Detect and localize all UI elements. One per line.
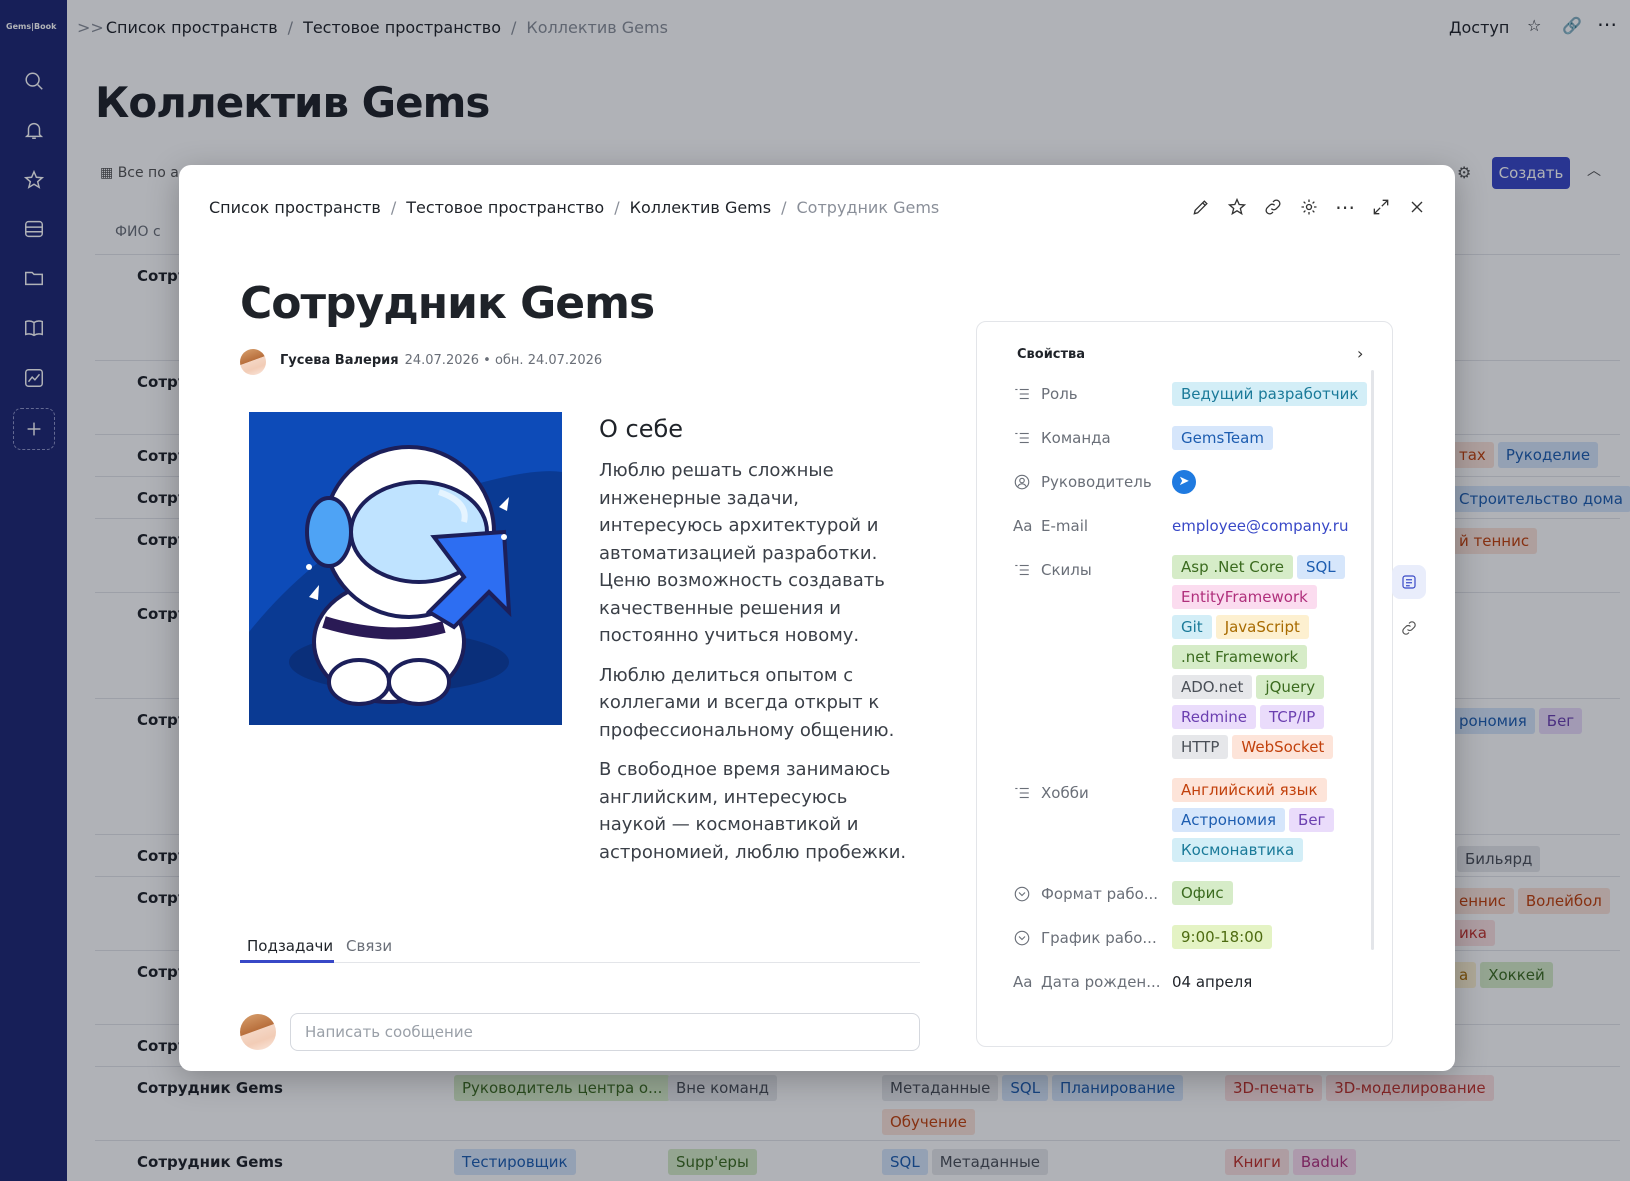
more-icon[interactable]: ⋯ [1333, 195, 1357, 219]
property-label: Aa E-mail [1013, 517, 1089, 535]
hobbies-value[interactable]: Английский язык Астрономия Бег Космонавтика [1172, 778, 1347, 868]
page-title: Сотрудник Gems [240, 278, 655, 329]
manager-value[interactable]: ➤ [1172, 470, 1372, 494]
skill-tag[interactable]: Git [1172, 615, 1212, 639]
about-paragraph: Люблю делиться опытом с коллегами и всег… [599, 664, 895, 741]
author-line: Гусева Валерия 24.07.2026 • обн. 24.07.20… [280, 353, 602, 368]
email-value[interactable]: employee@company.ru [1172, 517, 1372, 535]
breadcrumb-item[interactable]: Список пространств [209, 198, 381, 217]
scrollbar[interactable] [1371, 370, 1374, 950]
team-tag[interactable]: GemsTeam [1172, 426, 1273, 450]
work-format-tag[interactable]: Офис [1172, 881, 1233, 905]
tab-links[interactable]: Связи [346, 937, 392, 955]
property-label: Хобби [1013, 784, 1089, 802]
dropdown-icon [1014, 930, 1030, 946]
properties-title: Свойства [1017, 347, 1086, 362]
skill-tag[interactable]: HTTP [1172, 735, 1229, 759]
hobby-tag[interactable]: Астрономия [1172, 808, 1286, 832]
list-icon [1015, 432, 1029, 444]
skill-tag[interactable]: .net Framework [1172, 645, 1308, 669]
list-icon [1015, 388, 1029, 400]
breadcrumb-item[interactable]: Тестовое пространство [406, 198, 604, 217]
work-format-value[interactable]: Офис [1172, 881, 1372, 911]
skill-tag[interactable]: Redmine [1172, 705, 1257, 729]
skill-tag[interactable]: JavaScript [1215, 615, 1309, 639]
about-paragraph: В свободное время занимаюсь английским, … [599, 759, 907, 863]
skill-tag[interactable]: WebSocket [1232, 735, 1334, 759]
list-icon [1015, 787, 1029, 799]
hobby-tag[interactable]: Космонавтика [1172, 838, 1304, 862]
skill-tag[interactable]: TCP/IP [1260, 705, 1325, 729]
text-icon: Aa [1013, 973, 1033, 991]
dates: 24.07.2026 • обн. 24.07.2026 [404, 353, 603, 368]
details-icon[interactable] [1392, 565, 1426, 599]
tab-bar: Подзадачи Связи [240, 929, 920, 963]
close-icon[interactable] [1405, 195, 1429, 219]
about-paragraph: Люблю решать сложные инженерные задачи, … [599, 460, 885, 646]
user-icon [1014, 474, 1030, 490]
link-icon[interactable] [1392, 611, 1426, 645]
gear-icon[interactable] [1297, 195, 1321, 219]
expand-icon[interactable] [1369, 195, 1393, 219]
link-icon[interactable] [1261, 195, 1285, 219]
birthday-value[interactable]: 04 апреля [1172, 973, 1372, 991]
text-icon: Aa [1013, 517, 1033, 535]
active-tab-indicator [240, 960, 334, 963]
about-section: О себе Люблю решать сложные инженерные з… [599, 415, 919, 878]
hobby-tag[interactable]: Английский язык [1172, 778, 1327, 802]
about-heading: О себе [599, 415, 684, 443]
property-label: Aa Дата рожден... [1013, 973, 1161, 991]
skill-tag[interactable]: SQL [1296, 555, 1345, 579]
tab-subtasks[interactable]: Подзадачи [247, 937, 333, 955]
skills-value[interactable]: Asp .Net Core SQL EntityFramework Git JavaSc… [1172, 555, 1357, 765]
astronaut-illustration [249, 412, 562, 725]
hobby-tag[interactable]: Бег [1289, 808, 1335, 832]
property-label: График рабо... [1013, 929, 1157, 947]
chevron-right-icon[interactable]: › [1357, 344, 1363, 363]
avatar [240, 1014, 276, 1050]
author-name[interactable]: Гусева Валерия [280, 353, 399, 368]
skill-tag[interactable]: EntityFramework [1172, 585, 1317, 609]
breadcrumb-item[interactable]: Сотрудник Gems [797, 198, 940, 217]
skill-tag[interactable]: Asp .Net Core [1172, 555, 1293, 579]
property-label: Роль [1013, 385, 1078, 403]
property-label: Формат рабо... [1013, 885, 1158, 903]
schedule-value[interactable]: 9:00-18:00 [1172, 925, 1372, 955]
dropdown-icon [1014, 886, 1030, 902]
manager-avatar[interactable]: ➤ [1172, 470, 1196, 494]
skill-tag[interactable]: jQuery [1256, 675, 1325, 699]
schedule-tag[interactable]: 9:00-18:00 [1172, 925, 1273, 949]
skill-tag[interactable]: ADO.net [1172, 675, 1253, 699]
team-value[interactable]: GemsTeam [1172, 426, 1372, 456]
property-label: Руководитель [1013, 473, 1152, 491]
property-label: Скилы [1013, 561, 1092, 579]
property-label: Команда [1013, 429, 1111, 447]
avatar[interactable] [240, 349, 266, 375]
role-value[interactable]: Ведущий разработчик [1172, 382, 1372, 412]
role-tag[interactable]: Ведущий разработчик [1172, 382, 1368, 406]
star-icon[interactable] [1225, 195, 1249, 219]
item-modal: Список пространств / Тестовое пространство… [179, 165, 1455, 1071]
list-icon [1015, 564, 1029, 576]
modal-breadcrumb: Список пространств / Тестовое пространство… [209, 198, 940, 217]
edit-icon[interactable] [1189, 195, 1213, 219]
properties-panel: Свойства › Роль Ведущий разработчик Кома… [976, 321, 1393, 1047]
message-input[interactable]: Написать сообщение [290, 1013, 920, 1051]
breadcrumb-item[interactable]: Коллектив Gems [630, 198, 772, 217]
